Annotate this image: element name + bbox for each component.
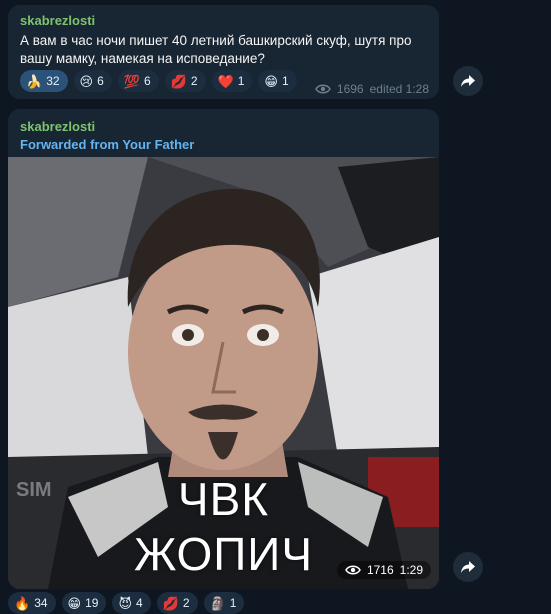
reaction-heart[interactable]: ❤️ 1	[211, 70, 253, 92]
reaction-count: 1	[281, 74, 289, 88]
eye-icon	[345, 565, 361, 575]
fire-icon: 🔥	[14, 595, 31, 611]
edited-time: edited 1:28	[369, 82, 429, 96]
reaction-crying[interactable]: 😢 6	[73, 70, 112, 92]
share-button[interactable]	[453, 66, 483, 96]
reaction-count: 34	[34, 596, 48, 610]
reaction-kiss[interactable]: 💋 2	[164, 70, 206, 92]
reaction-banana[interactable]: 🍌 32	[20, 70, 68, 92]
view-count: 1716	[366, 563, 394, 577]
reaction-count: 1	[229, 596, 237, 610]
grinning-face-icon: 😁	[264, 73, 278, 89]
banana-icon: 🍌	[26, 73, 43, 89]
reaction-count: 2	[182, 596, 190, 610]
reaction-kiss[interactable]: 💋 2	[156, 592, 198, 614]
reaction-count: 6	[143, 74, 151, 88]
message-meta: 1696 edited 1:28	[315, 82, 429, 96]
share-button[interactable]	[453, 552, 483, 582]
author-name[interactable]: skabrezlosti	[20, 13, 95, 28]
moai-icon: 🗿	[209, 595, 226, 611]
view-count: 1696	[336, 82, 364, 96]
message-text: А вам в час ночи пишет 40 летний башкирс…	[20, 33, 412, 66]
video-meta: 1716 1:29	[336, 561, 431, 579]
reaction-count: 32	[46, 74, 60, 88]
smiling-devil-icon: 😈	[118, 595, 133, 611]
eye-icon	[315, 84, 331, 94]
forwarded-from[interactable]: Forwarded from Your Father	[20, 137, 194, 152]
video-player[interactable]: SIM ЧВК ЖОПИЧ 1716 1:29	[8, 157, 439, 589]
video-caption-line-1: ЧВК	[177, 473, 270, 525]
message-time: 1:29	[399, 563, 423, 577]
reaction-fire[interactable]: 🔥 34	[8, 592, 56, 614]
kiss-mark-icon: 💋	[170, 73, 187, 89]
share-arrow-icon	[461, 75, 475, 87]
reactions-row: 🔥 34 😁 19 😈 4 💋 2 🗿 1	[8, 592, 245, 614]
reaction-count: 19	[85, 596, 99, 610]
reaction-hundred[interactable]: 💯 6	[117, 70, 159, 92]
heart-icon: ❤️	[217, 73, 234, 89]
reaction-count: 6	[97, 74, 104, 88]
crying-face-icon: 😢	[79, 73, 94, 89]
message-bubble[interactable]: skabrezlosti Forwarded from Your Father	[8, 109, 439, 589]
reaction-count: 4	[136, 596, 143, 610]
share-arrow-icon	[461, 561, 475, 573]
reaction-moai[interactable]: 🗿 1	[203, 592, 245, 614]
kiss-mark-icon: 💋	[162, 595, 179, 611]
reaction-devil[interactable]: 😈 4	[112, 592, 151, 614]
reaction-grin[interactable]: 😁 1	[258, 70, 297, 92]
author-name[interactable]: skabrezlosti	[20, 119, 95, 134]
message-bubble[interactable]: skabrezlosti А вам в час ночи пишет 40 л…	[8, 5, 439, 99]
reaction-count: 1	[237, 74, 245, 88]
reaction-count: 2	[190, 74, 198, 88]
reactions-row: 🍌 32 😢 6 💯 6 💋 2 ❤️ 1 😁 1	[20, 70, 297, 92]
grinning-face-icon: 😁	[67, 595, 82, 611]
hundred-points-icon: 💯	[123, 73, 140, 89]
reaction-grin[interactable]: 😁 19	[61, 592, 107, 614]
